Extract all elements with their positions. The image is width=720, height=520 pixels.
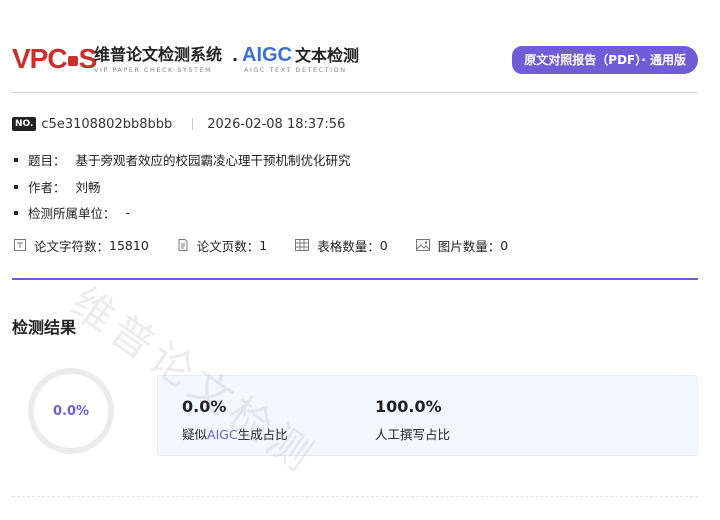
aigc-percentage: 0.0% bbox=[182, 397, 227, 416]
logo-cross-icon bbox=[67, 56, 78, 66]
report-datetime: 2026-02-08 18:37:56 bbox=[207, 116, 346, 132]
vpcs-logo: VPC S bbox=[12, 43, 97, 74]
meta-divider bbox=[192, 118, 194, 130]
report-no-badge: NO. bbox=[12, 117, 37, 131]
footer-divider bbox=[12, 496, 698, 497]
table-icon bbox=[295, 239, 310, 251]
report-header: VPC S 维普论文检测系统 VIP PAPER CHECK SYSTEM · A… bbox=[12, 42, 698, 80]
page-count-icon bbox=[178, 239, 188, 251]
report-version-badge[interactable]: 原文对照报告（PDF）· 通用版 bbox=[512, 46, 698, 74]
brand-separator: · bbox=[232, 50, 239, 69]
ring-percentage: 0.0% bbox=[52, 403, 90, 419]
text-count-icon bbox=[14, 239, 26, 251]
info-unit: 检测所属单位： - bbox=[14, 203, 130, 222]
aigc-product-name: 文本检测 bbox=[295, 46, 360, 65]
human-result: 100.0% 人工撰写占比 bbox=[375, 398, 450, 443]
image-icon bbox=[415, 239, 430, 251]
human-percentage: 100.0% bbox=[375, 397, 442, 416]
paper-stats: 论文字符数： 15810 论文页数： 1 表格数量： 0 图片数量： 0 bbox=[14, 236, 536, 254]
bullet-icon bbox=[14, 157, 18, 162]
aigc-logo: AIGC bbox=[242, 44, 292, 66]
stat-tables: 表格数量： 0 bbox=[295, 236, 388, 255]
brand-name: 维普论文检测系统 bbox=[94, 45, 223, 64]
stat-pages: 论文页数： 1 bbox=[177, 236, 267, 255]
aigc-ratio-ring: 0.0% bbox=[28, 368, 114, 454]
header-divider bbox=[12, 92, 698, 93]
stat-chars: 论文字符数： 15810 bbox=[14, 236, 149, 255]
info-author: 作者： 刘畅 bbox=[14, 177, 101, 196]
paper-author: 刘畅 bbox=[75, 180, 101, 195]
bullet-icon bbox=[14, 184, 18, 189]
info-title: 题目： 基于旁观者效应的校园霸凌心理干预机制优化研究 bbox=[14, 150, 351, 169]
results-section-title: 检测结果 bbox=[12, 318, 77, 337]
detection-unit: - bbox=[125, 205, 131, 220]
section-divider bbox=[12, 278, 698, 280]
report-id: c5e3108802bb8bbb bbox=[41, 116, 173, 132]
brand-name-en: VIP PAPER CHECK SYSTEM bbox=[94, 66, 213, 74]
human-label: 人工撰写占比 bbox=[375, 427, 451, 442]
stat-images: 图片数量： 0 bbox=[415, 236, 508, 255]
aigc-product-name-en: AIGC TEXT DETECTION bbox=[244, 66, 347, 74]
report-meta: NO. c5e3108802bb8bbb 2026-02-08 18:37:56 bbox=[12, 116, 345, 132]
aigc-result: 0.0% 疑似AIGC生成占比 bbox=[182, 398, 288, 443]
paper-title: 基于旁观者效应的校园霸凌心理干预机制优化研究 bbox=[75, 153, 351, 168]
aigc-label: 疑似AIGC生成占比 bbox=[182, 427, 288, 442]
bullet-icon bbox=[14, 210, 18, 215]
results-summary-box: 0.0% 疑似AIGC生成占比 100.0% 人工撰写占比 bbox=[157, 375, 698, 456]
